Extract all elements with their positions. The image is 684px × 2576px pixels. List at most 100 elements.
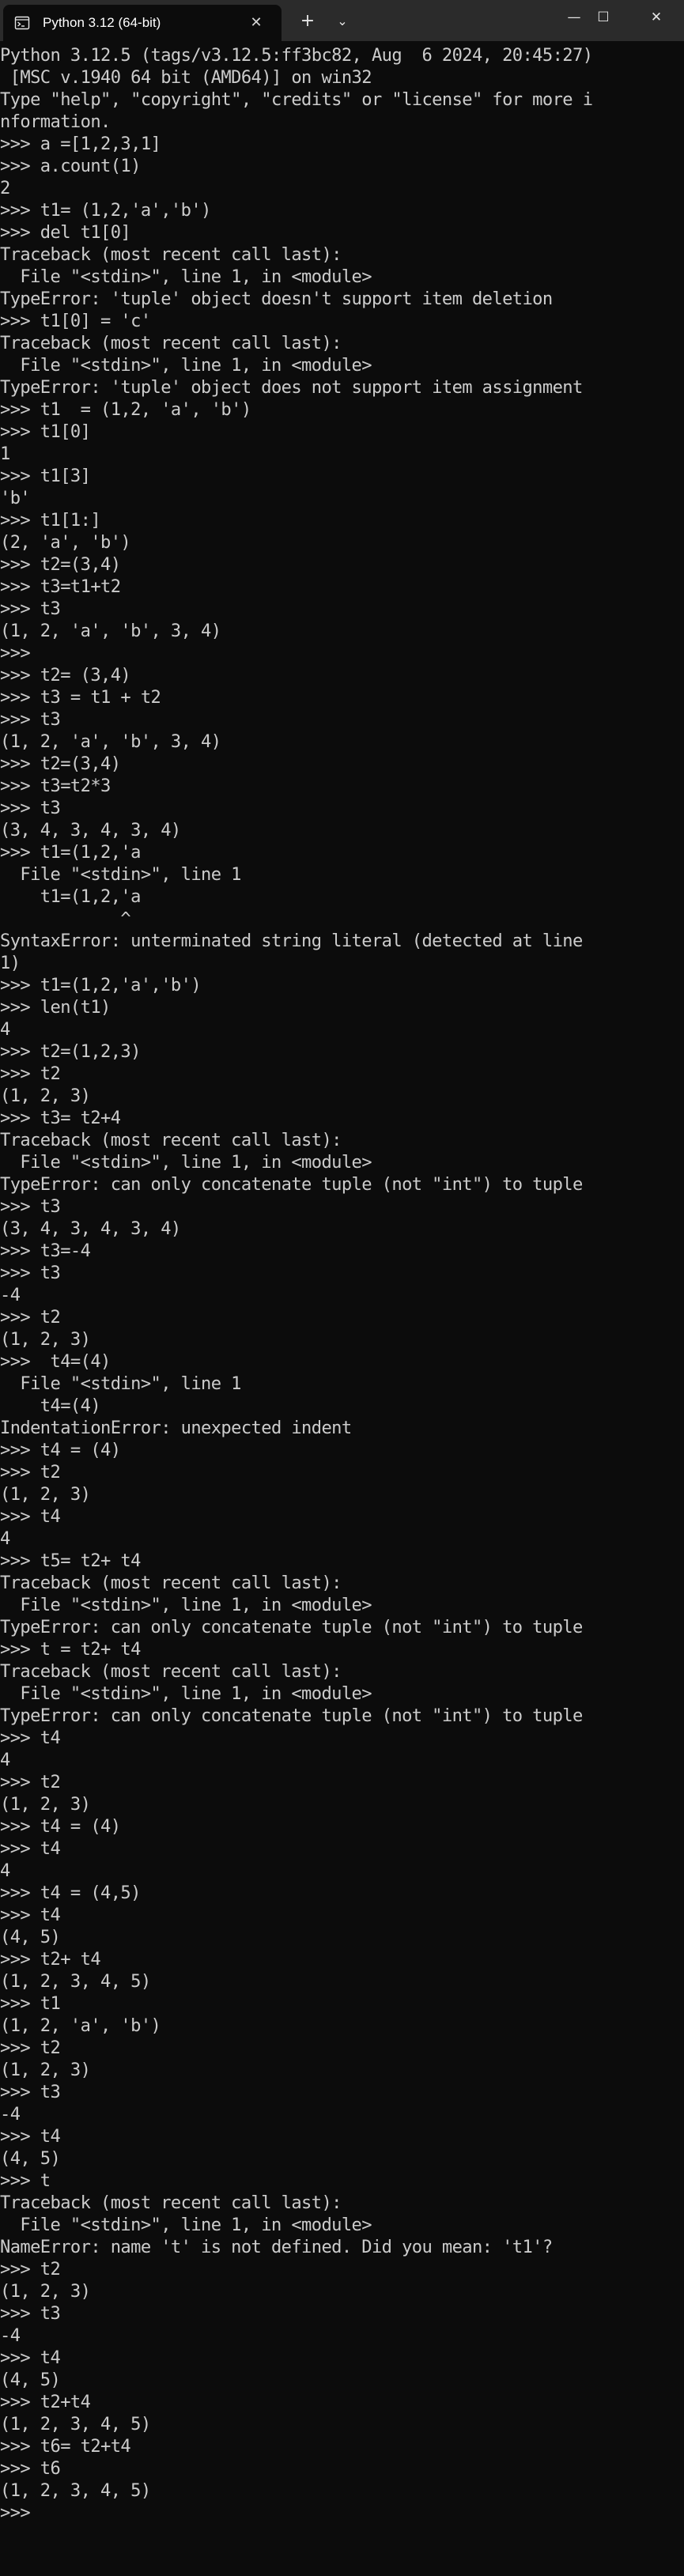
console-line: >>> len(t1) bbox=[0, 997, 111, 1018]
console-line: File "<stdin>", line 1, in <module> bbox=[0, 1152, 372, 1173]
console-line: File "<stdin>", line 1 bbox=[0, 1373, 241, 1394]
console-line: 4 bbox=[0, 1019, 10, 1040]
console-line: >>> t3 bbox=[0, 709, 61, 730]
console-line: >>> t1[3] bbox=[0, 466, 91, 486]
console-line: >>> t4 bbox=[0, 1905, 61, 1925]
console-line: (2, 'a', 'b') bbox=[0, 532, 131, 553]
console-line: 4 bbox=[0, 1750, 10, 1770]
console-line: >>> t2 bbox=[0, 2038, 61, 2058]
console-line: [MSC v.1940 64 bit (AMD64)] on win32 bbox=[0, 67, 372, 88]
console-line: >>> t5= t2+ t4 bbox=[0, 1551, 141, 1571]
console-line: >>> t1 = (1,2, 'a', 'b') bbox=[0, 399, 251, 420]
console-line: 4 bbox=[0, 1860, 10, 1881]
console-line: File "<stdin>", line 1, in <module> bbox=[0, 355, 372, 376]
console-line: SyntaxError: unterminated string literal… bbox=[0, 931, 583, 951]
tab-python[interactable]: Python 3.12 (64-bit) ✕ bbox=[3, 5, 282, 41]
console-line: (1, 2, 3) bbox=[0, 1794, 91, 1815]
text-cursor bbox=[40, 2504, 50, 2521]
console-line: 'b' bbox=[0, 488, 31, 508]
console-line: (1, 2, 3, 4, 5) bbox=[0, 2414, 151, 2434]
console-line: TypeError: can only concatenate tuple (n… bbox=[0, 1174, 583, 1195]
console-line: >>> t6 bbox=[0, 2458, 61, 2479]
console-line: (1, 2, 3) bbox=[0, 1484, 91, 1505]
console-line: File "<stdin>", line 1, in <module> bbox=[0, 266, 372, 287]
console-line: (3, 4, 3, 4, 3, 4) bbox=[0, 820, 181, 840]
console-line: >>> t6= t2+t4 bbox=[0, 2436, 131, 2457]
console-line: >>> t3 bbox=[0, 798, 61, 818]
console-line: >>> t1[1:] bbox=[0, 510, 101, 531]
console-line: Python 3.12.5 (tags/v3.12.5:ff3bc82, Aug… bbox=[0, 45, 593, 66]
console-line: >>> t3=t1+t2 bbox=[0, 576, 121, 597]
tab-title: Python 3.12 (64-bit) bbox=[43, 15, 161, 30]
console-line: (1, 2, 3) bbox=[0, 1086, 91, 1106]
console-line: >>> t4 = (4) bbox=[0, 1816, 121, 1837]
console-line: >>> del t1[0] bbox=[0, 222, 131, 243]
console-output[interactable]: Python 3.12.5 (tags/v3.12.5:ff3bc82, Aug… bbox=[0, 44, 684, 2576]
console-line: >>> t4 bbox=[0, 1506, 61, 1527]
console-line: >>> t3=t2*3 bbox=[0, 776, 111, 796]
console-line: TypeError: 'tuple' object doesn't suppor… bbox=[0, 289, 553, 309]
console-line: >>> t2= (3,4) bbox=[0, 665, 131, 686]
console-line: Type "help", "copyright", "credits" or "… bbox=[0, 89, 593, 110]
console-line: >>> a =[1,2,3,1] bbox=[0, 134, 161, 154]
console-line: >>> t4 = (4) bbox=[0, 1440, 121, 1460]
console-line: Traceback (most recent call last): bbox=[0, 1573, 342, 1593]
console-line: ^ bbox=[0, 908, 131, 929]
console-line: Traceback (most recent call last): bbox=[0, 2193, 342, 2213]
console-line: >>> t3= t2+4 bbox=[0, 1108, 121, 1128]
console-line: >>> t4 bbox=[0, 2126, 61, 2147]
console-line: >>> t3 bbox=[0, 2303, 61, 2324]
console-line: (4, 5) bbox=[0, 2148, 61, 2169]
close-window-button[interactable]: ✕ bbox=[629, 0, 684, 36]
console-line: >>> t3 = t1 + t2 bbox=[0, 687, 161, 708]
console-line: Traceback (most recent call last): bbox=[0, 244, 342, 265]
console-line: File "<stdin>", line 1, in <module> bbox=[0, 1683, 372, 1704]
console-line: >>> t1[0] = 'c' bbox=[0, 311, 151, 331]
console-line: NameError: name 't' is not defined. Did … bbox=[0, 2237, 553, 2257]
console-line: (4, 5) bbox=[0, 2370, 61, 2390]
console-line: TypeError: 'tuple' object does not suppo… bbox=[0, 377, 583, 398]
console-line: >>> t4 bbox=[0, 1838, 61, 1859]
console-line: >>> t2=(1,2,3) bbox=[0, 1041, 141, 1062]
close-tab-icon[interactable]: ✕ bbox=[245, 12, 267, 34]
console-line: IndentationError: unexpected indent bbox=[0, 1418, 352, 1438]
console-line: >>> t2+t4 bbox=[0, 2392, 91, 2412]
console-line: t4=(4) bbox=[0, 1396, 101, 1416]
console-line: 4 bbox=[0, 1528, 10, 1549]
console-line: -4 bbox=[0, 2325, 21, 2346]
maximize-button[interactable]: ☐ bbox=[580, 0, 627, 36]
tab-dropdown-button[interactable]: ⌄ bbox=[331, 9, 354, 33]
console-line: >>> t2 bbox=[0, 2259, 61, 2279]
console-line: >>> t2 bbox=[0, 1772, 61, 1792]
console-line: File "<stdin>", line 1, in <module> bbox=[0, 2215, 372, 2235]
console-line: (1, 2, 'a', 'b', 3, 4) bbox=[0, 731, 221, 752]
console-line: (4, 5) bbox=[0, 1927, 61, 1947]
console-line: File "<stdin>", line 1 bbox=[0, 864, 241, 885]
console-line: (1, 2, 'a', 'b', 3, 4) bbox=[0, 621, 221, 641]
console-line: -4 bbox=[0, 2104, 21, 2125]
console-line: >>> bbox=[0, 2502, 684, 2524]
console-line: t1=(1,2,'a bbox=[0, 886, 142, 907]
console-line: nformation. bbox=[0, 111, 111, 132]
console-line: >>> t2 bbox=[0, 1063, 61, 1084]
console-line: >>> t4=(4) bbox=[0, 1351, 111, 1372]
title-bar: Python 3.12 (64-bit) ✕ + ⌄ — ☐ ✕ bbox=[0, 0, 684, 41]
console-line: (1, 2, 3) bbox=[0, 1329, 91, 1350]
console-line: >>> t1= (1,2,'a','b') bbox=[0, 200, 211, 221]
console-line: (1, 2, 3) bbox=[0, 2281, 91, 2302]
new-tab-button[interactable]: + bbox=[296, 9, 319, 33]
console-line: >>> t = t2+ t4 bbox=[0, 1639, 141, 1660]
console-line: >>> t3 bbox=[0, 2082, 61, 2102]
console-line: (3, 4, 3, 4, 3, 4) bbox=[0, 1218, 181, 1239]
console-line: >>> t4 bbox=[0, 2347, 61, 2368]
console-line: 2 bbox=[0, 178, 10, 198]
console-line: >>> t bbox=[0, 2170, 51, 2191]
console-line: (1, 2, 3) bbox=[0, 2060, 91, 2080]
console-line: 1) bbox=[0, 953, 21, 973]
console-line: (1, 2, 3, 4, 5) bbox=[0, 1971, 151, 1992]
console-line: >>> t2=(3,4) bbox=[0, 754, 121, 774]
console-line: File "<stdin>", line 1, in <module> bbox=[0, 1595, 372, 1615]
console-line: >>> bbox=[0, 643, 31, 663]
console-line: >>> t1=(1,2,'a','b') bbox=[0, 975, 202, 995]
console-line: >>> t2=(3,4) bbox=[0, 554, 121, 575]
